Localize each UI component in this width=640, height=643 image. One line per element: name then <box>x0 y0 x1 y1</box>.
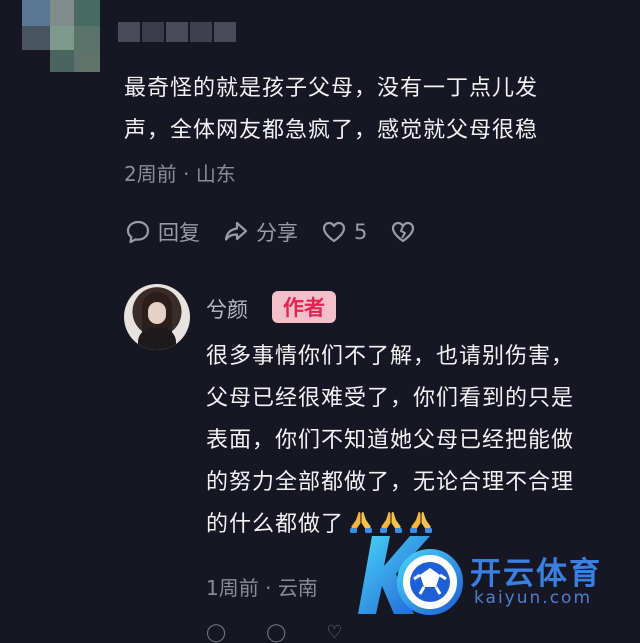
reply-button[interactable]: 回复 <box>124 217 200 247</box>
comment1-line: 最奇怪的就是孩子父母，没有一丁点儿发 <box>124 76 539 101</box>
comment1-meta: 2周前 · 山东 <box>124 158 236 187</box>
comment2-actions-cutoff: ◯ ◯ ♡ <box>206 622 342 643</box>
comment1-location: 山东 <box>195 162 236 186</box>
share-button[interactable]: 分享 <box>222 217 298 247</box>
meta-separator: · <box>265 576 272 600</box>
meta-separator: · <box>183 162 190 186</box>
like-count: 5 <box>354 220 368 244</box>
chat-bubble-icon[interactable]: ◯ <box>206 622 226 643</box>
comment1-time: 2周前 <box>124 162 177 186</box>
broken-heart-icon <box>392 221 415 243</box>
reply-label: 回复 <box>158 221 200 245</box>
share-label: 分享 <box>256 221 298 245</box>
comment2-line: 表面，你们不知道她父母已经把能做 <box>206 428 575 453</box>
watermark-subtitle: kaiyun.com <box>474 588 593 608</box>
reply-avatar[interactable] <box>124 284 190 350</box>
comment1-avatar[interactable] <box>22 0 120 72</box>
author-badge: 作者 <box>272 291 336 323</box>
comment1-line: 声，全体网友都急疯了，感觉就父母很稳 <box>124 118 539 143</box>
dislike-button[interactable] <box>389 218 417 246</box>
share-arrow-icon <box>224 221 248 241</box>
comment2-line: 的什么都做了 <box>206 512 345 537</box>
comment2-time: 1周前 <box>206 576 259 600</box>
like-button[interactable]: 5 <box>320 218 367 246</box>
comment1-username-blurred[interactable] <box>118 22 238 42</box>
chat-bubble-icon <box>126 220 150 244</box>
comment2-text: 很多事情你们不了解，也请别伤害， 父母已经很难受了，你们看到的只是 表面，你们不… <box>206 336 626 546</box>
share-arrow-icon[interactable]: ◯ <box>266 622 286 643</box>
watermark-title: 开云体育 <box>470 556 602 592</box>
comment2-line: 父母已经很难受了，你们看到的只是 <box>206 386 575 411</box>
reply-username[interactable]: 兮颜 <box>206 294 248 324</box>
heart-icon[interactable]: ♡ <box>326 622 342 643</box>
comment2-line: 很多事情你们不了解，也请别伤害， <box>206 344 575 369</box>
watermark: 开云体育 kaiyun.com <box>356 530 626 620</box>
heart-icon <box>322 221 346 243</box>
comment2-location: 云南 <box>277 576 318 600</box>
comment1-actions: 回复 分享 5 <box>124 214 417 250</box>
comment2-line: 的努力全部都做了，无论合理不合理 <box>206 470 575 495</box>
kaiyun-soccer-logo <box>358 536 463 615</box>
comment2-meta: 1周前 · 云南 <box>206 572 318 601</box>
comment1-text: 最奇怪的就是孩子父母，没有一丁点儿发 声，全体网友都急疯了，感觉就父母很稳 <box>124 68 604 152</box>
